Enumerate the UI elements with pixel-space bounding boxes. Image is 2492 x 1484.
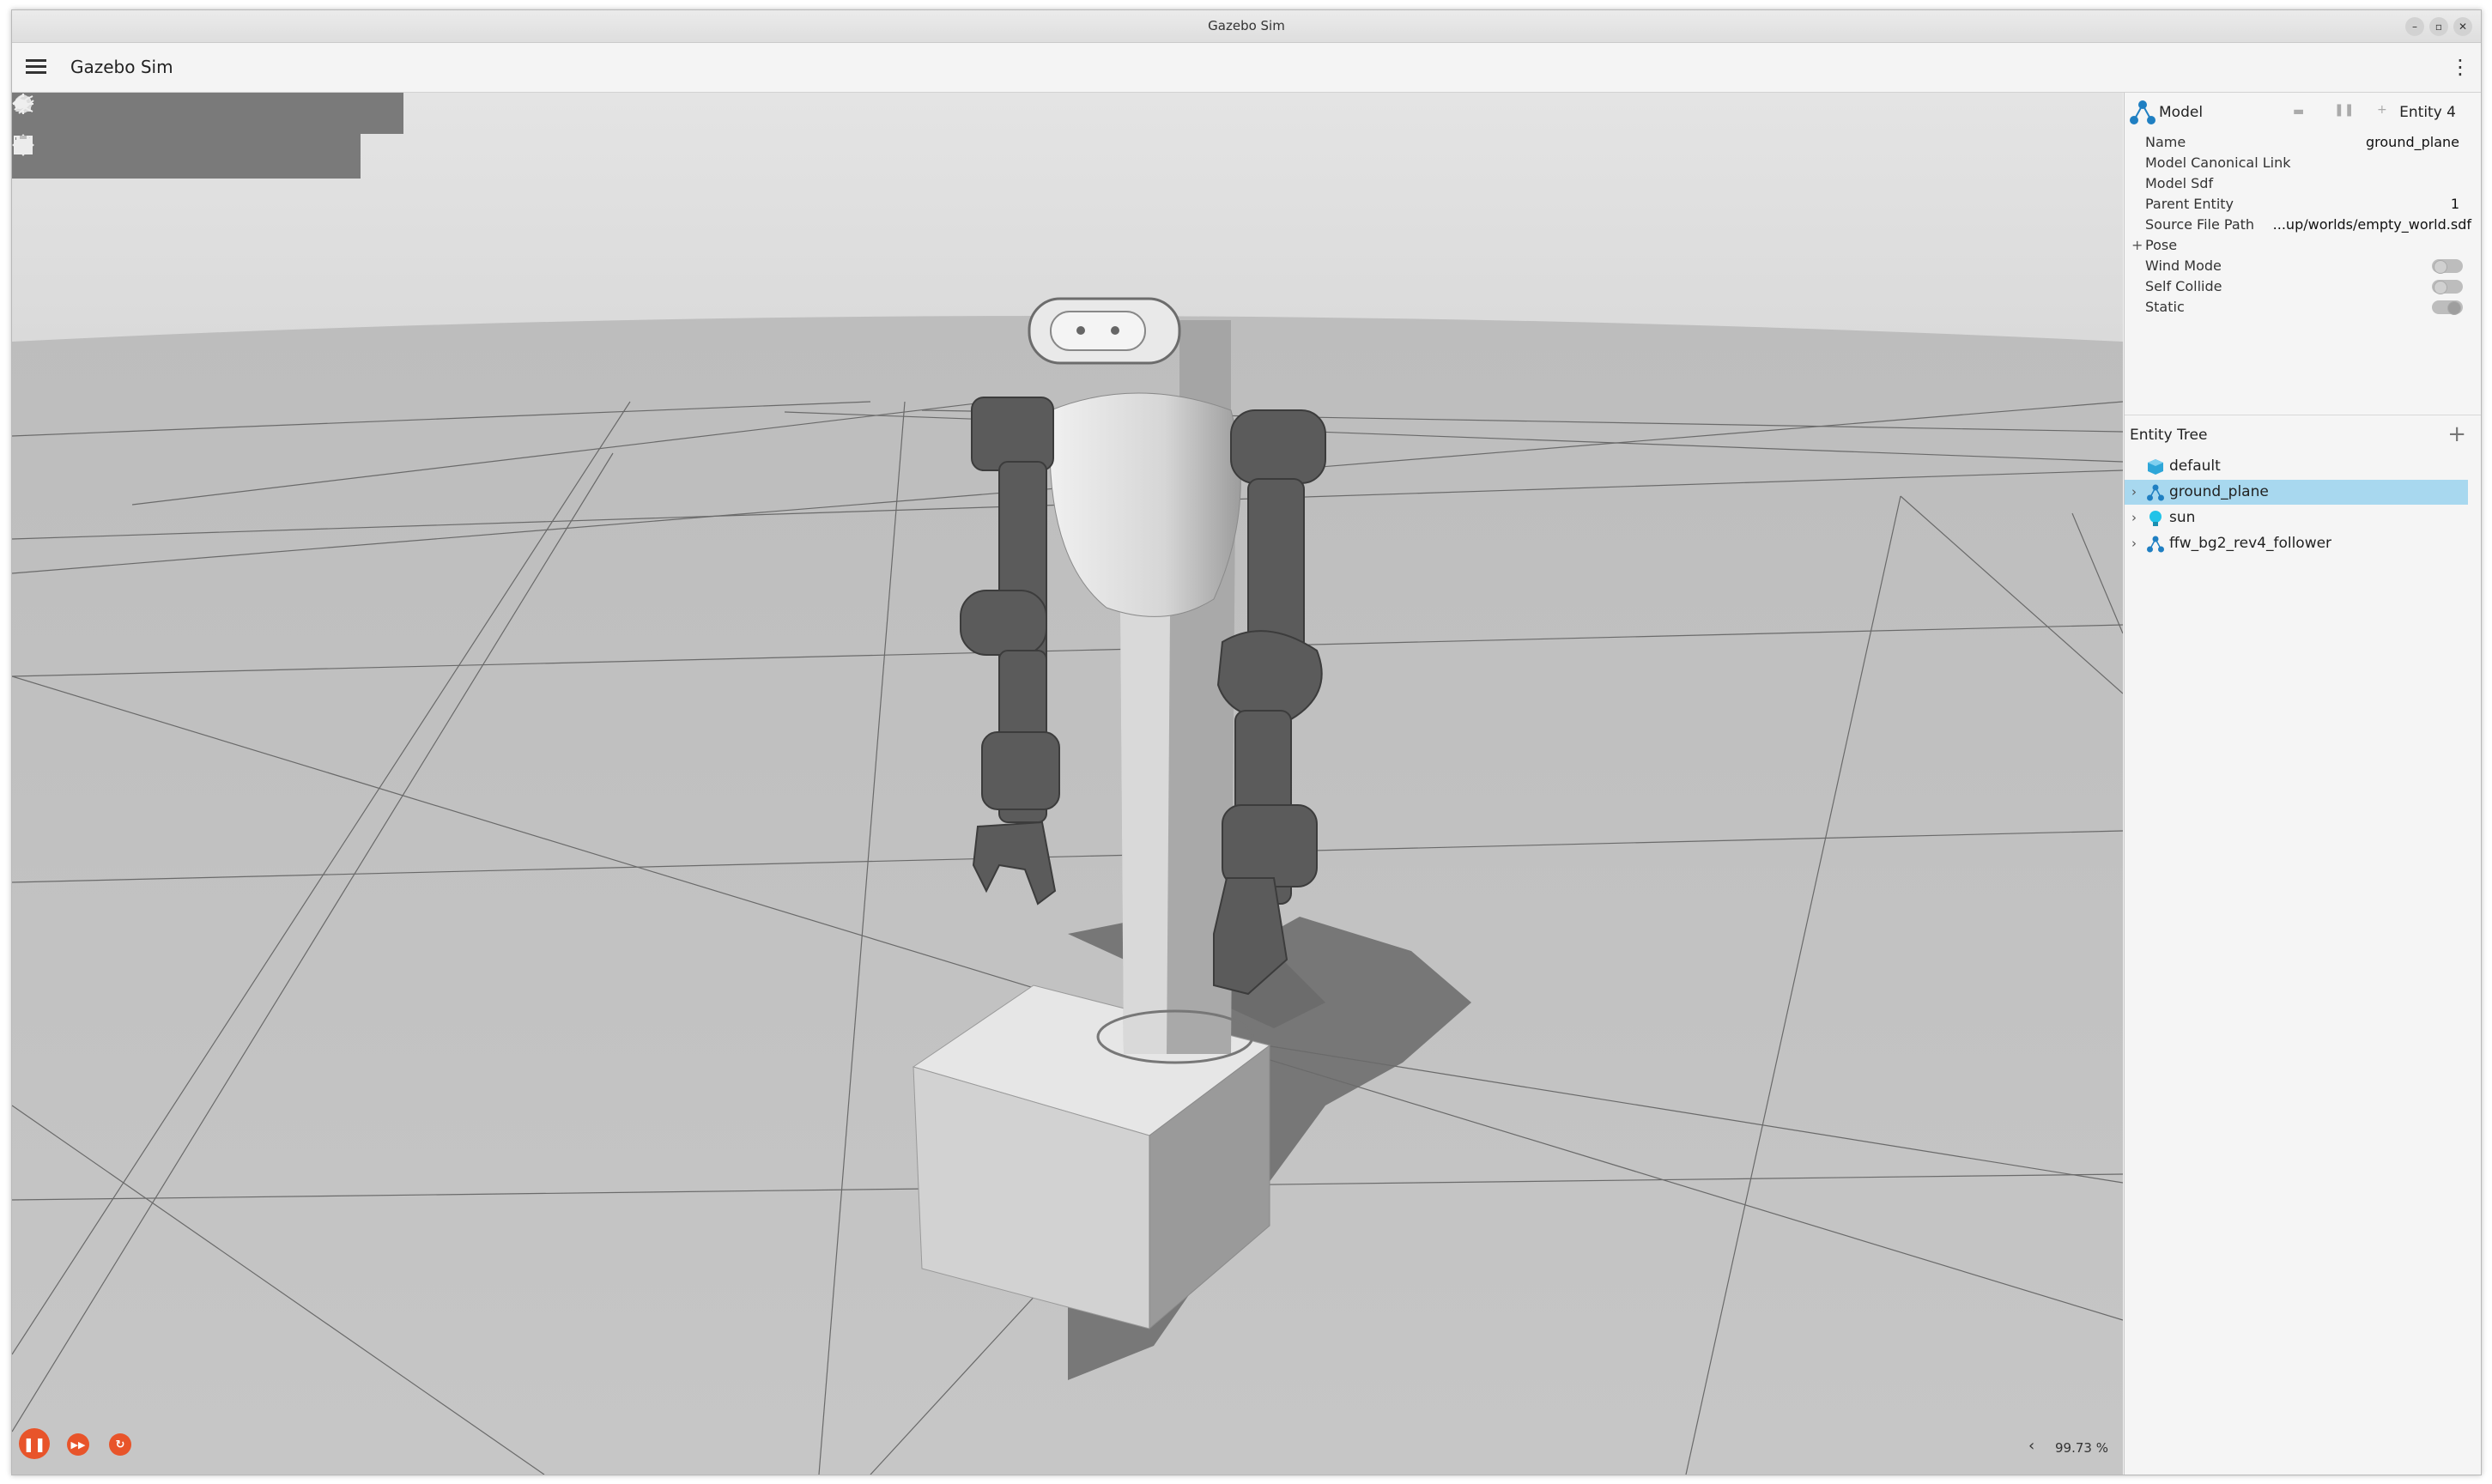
add-entity-icon[interactable]: + [2447,422,2466,446]
pause-button[interactable]: ❚❚ [19,1428,50,1459]
entity-tree-header: Entity Tree + [2125,415,2481,455]
copy-icon[interactable] [17,136,318,175]
directional-light-icon[interactable] [12,94,361,132]
capsule-icon[interactable] [19,94,232,132]
translate-icon[interactable] [12,134,103,175]
model-icon [2130,100,2155,124]
spot-light-icon[interactable] [15,94,403,132]
snap-icon[interactable] [14,137,189,175]
component-type-label: Model [2159,104,2204,121]
right-panel: Model ▬ ❚❚ + Entity 4 Name ground_plane … [2124,93,2481,1475]
expand-chevron-icon[interactable]: › [2131,480,2137,505]
model-icon [2147,484,2164,501]
model-icon [2147,536,2164,553]
app-title: Gazebo Sim [70,57,173,77]
tree-item-sun[interactable]: › sun [2125,506,2468,530]
tree-item-ground-plane[interactable]: › ground_plane [2125,480,2468,505]
property-parent-entity: Parent Entity 1 [2145,196,2459,212]
real-time-factor: 99.73 % [2055,1440,2108,1456]
cone-icon[interactable] [15,94,146,132]
component-inspector-header: Model ▬ ❚❚ + Entity 4 [2125,93,2481,132]
property-canonical-link: Model Canonical Link [2145,154,2291,171]
property-self-collide: Self Collide [2125,276,2481,297]
property-static: Static [2125,297,2481,318]
property-model-sdf: Model Sdf [2145,175,2214,191]
maximize-button[interactable]: ▫ [2429,17,2448,36]
property-source-file-path: Source File Path ...up/worlds/empty_worl… [2145,216,2471,233]
tree-item-ffw-bg2-rev4-follower[interactable]: › ffw_bg2_rev4_follower [2125,531,2468,556]
expand-chevron-icon[interactable]: › [2131,506,2137,530]
grid-icon[interactable] [14,136,232,175]
rotate-icon[interactable] [14,136,146,175]
close-button[interactable]: ✕ [2453,17,2472,36]
sphere-icon[interactable] [15,94,103,132]
step-forward-button[interactable]: ▶▶ [67,1433,89,1456]
self-collide-toggle[interactable] [2432,280,2463,294]
transform-toolbar [12,134,361,179]
light-bulb-icon [2149,511,2162,526]
more-options-icon[interactable]: ⋮ [2450,53,2471,81]
hamburger-menu-icon[interactable] [26,57,46,77]
camera-icon[interactable] [14,137,275,175]
app-window: Gazebo Sim – ▫ ✕ Gazebo Sim ⋮ ❚❚ ▶▶ ↻ ‹ … [11,9,2482,1475]
minimize-button[interactable]: – [2405,17,2424,36]
reset-button[interactable]: ↻ [109,1433,131,1456]
property-wind-mode: Wind Mode [2125,256,2481,276]
add-component-icon[interactable]: + [2377,103,2387,117]
window-title: Gazebo Sim [1208,18,1285,33]
collapse-stats-icon[interactable]: ‹ [2028,1437,2034,1455]
shapes-toolbar [12,93,403,134]
tree-item-default[interactable]: default [2125,454,2468,479]
static-toggle[interactable] [2432,300,2463,315]
expand-chevron-icon[interactable]: › [2131,531,2137,556]
paste-icon[interactable] [16,136,361,175]
scene-render [12,93,2123,1475]
menu-bar: Gazebo Sim ⋮ [12,43,2481,93]
pause-updates-icon[interactable]: ❚❚ [2334,103,2354,117]
property-name: Name ground_plane [2145,134,2459,150]
wind-mode-toggle[interactable] [2432,259,2463,274]
expand-pose-icon[interactable]: + [2131,235,2143,256]
3d-viewport[interactable]: ❚❚ ▶▶ ↻ ‹ 99.73 % [12,93,2123,1475]
point-light-icon[interactable] [13,94,318,132]
world-cube-icon [2148,459,2163,475]
property-pose[interactable]: + Pose [2125,235,2481,256]
ellipsoid-icon[interactable] [14,94,275,132]
entity-tree-title: Entity Tree [2130,427,2208,444]
lock-icon[interactable]: ▬ [2293,105,2304,118]
cylinder-icon[interactable] [17,94,189,132]
title-bar: Gazebo Sim – ▫ ✕ [12,10,2481,43]
entity-id-label: Entity 4 [2399,104,2456,121]
